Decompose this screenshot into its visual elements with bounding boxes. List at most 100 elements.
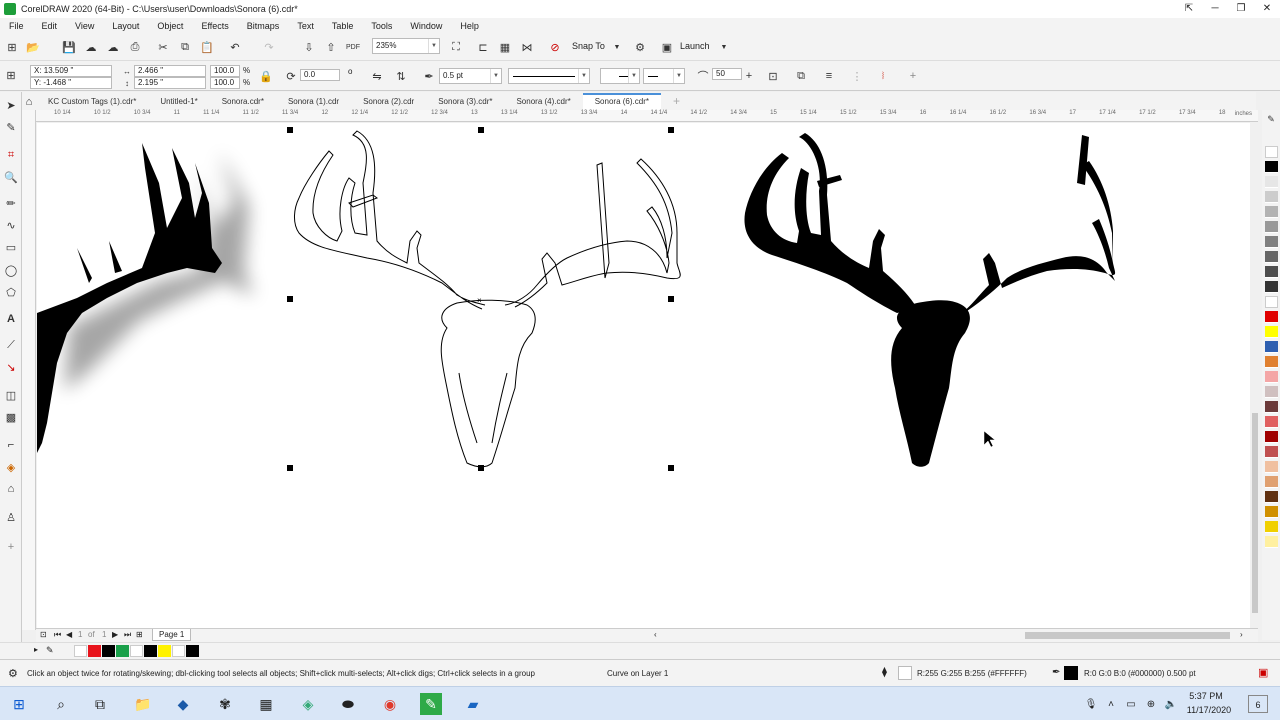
transparency-icon[interactable]: ▩ bbox=[4, 410, 18, 424]
dimension-tool-icon[interactable]: ⟋ bbox=[4, 338, 18, 352]
snap-off-icon[interactable]: ⊘ bbox=[548, 40, 562, 54]
add-page-icon[interactable]: ⊞ bbox=[136, 630, 143, 639]
drawing-canvas[interactable]: × bbox=[37, 123, 1256, 628]
document-palette-swatch[interactable] bbox=[74, 645, 87, 657]
tab-sonora-2[interactable]: Sonora (2).cdr bbox=[351, 93, 426, 110]
convert-icon[interactable]: ⋮ bbox=[850, 69, 864, 83]
cut-icon[interactable]: ✂ bbox=[156, 40, 170, 54]
outline-color-swatch[interactable] bbox=[1064, 666, 1078, 680]
page-options-icon[interactable]: ⊡ bbox=[40, 630, 47, 639]
undo-icon[interactable]: ↶ bbox=[228, 40, 242, 54]
shadowed-antler-graphic[interactable] bbox=[37, 143, 254, 453]
palette-swatch[interactable] bbox=[1265, 341, 1278, 353]
drop-shadow-icon[interactable]: ◫ bbox=[4, 388, 18, 402]
menu-bitmaps[interactable]: Bitmaps bbox=[238, 21, 289, 31]
palette-swatch[interactable] bbox=[1265, 416, 1278, 428]
document-palette-swatch[interactable] bbox=[172, 645, 185, 657]
palette-swatch[interactable] bbox=[1265, 521, 1278, 533]
menu-file[interactable]: File bbox=[0, 21, 33, 31]
close-button[interactable]: ✕ bbox=[1254, 0, 1280, 18]
interactive-fill-icon[interactable]: ◈ bbox=[4, 460, 18, 474]
outline-width-combo[interactable]: 0.5 pt ▼ bbox=[439, 68, 502, 84]
print-icon[interactable]: ⎙ bbox=[128, 40, 142, 54]
palette-swatch[interactable] bbox=[1265, 296, 1278, 308]
tab-sonora-6[interactable]: Sonora (6).cdr* bbox=[582, 93, 661, 110]
guidelines-icon[interactable]: ⋈ bbox=[520, 40, 534, 54]
vertical-scrollbar[interactable] bbox=[1250, 123, 1260, 628]
chrome-icon[interactable]: ◉ bbox=[379, 693, 401, 715]
menu-edit[interactable]: Edit bbox=[33, 21, 67, 31]
new-tab-icon[interactable]: + bbox=[661, 93, 692, 110]
pick-tool-icon[interactable]: ➤ bbox=[4, 98, 18, 112]
menu-effects[interactable]: Effects bbox=[192, 21, 237, 31]
start-arrow-combo[interactable]: ▼ bbox=[600, 68, 640, 84]
document-palette-swatch[interactable] bbox=[186, 645, 199, 657]
palette-swatch[interactable] bbox=[1265, 371, 1278, 383]
tab-untitled-1[interactable]: Untitled-1* bbox=[148, 93, 209, 110]
document-palette-swatch[interactable] bbox=[158, 645, 171, 657]
clock-time[interactable]: 5:37 PM bbox=[1183, 691, 1229, 701]
height-field[interactable]: 2.195 " bbox=[134, 77, 206, 89]
palette-swatch[interactable] bbox=[1265, 161, 1278, 173]
menu-view[interactable]: View bbox=[66, 21, 103, 31]
app-icon-1[interactable]: ◆ bbox=[172, 693, 194, 715]
notifications-badge[interactable]: 6 bbox=[1248, 695, 1268, 713]
palette-pick-icon[interactable]: ✎ bbox=[1264, 112, 1278, 126]
snap-to-dropdown[interactable]: Snap To bbox=[572, 41, 605, 51]
menu-help[interactable]: Help bbox=[451, 21, 488, 31]
app-icon-4[interactable]: ◈ bbox=[297, 693, 319, 715]
first-page-icon[interactable]: ⏮ bbox=[54, 630, 61, 640]
cloud-open-icon[interactable]: ☁ bbox=[84, 40, 98, 54]
scale-width-field[interactable]: 100.0 bbox=[210, 65, 240, 77]
selection-handles[interactable]: × bbox=[287, 127, 674, 471]
shape-tool-icon[interactable]: ✎ bbox=[4, 120, 18, 134]
menu-text[interactable]: Text bbox=[288, 21, 323, 31]
menu-object[interactable]: Object bbox=[148, 21, 192, 31]
app-icon-5[interactable]: ⬬ bbox=[337, 693, 359, 715]
palette-swatch[interactable] bbox=[1265, 176, 1278, 188]
palette-swatch[interactable] bbox=[1265, 191, 1278, 203]
menu-tools[interactable]: Tools bbox=[362, 21, 401, 31]
rotation-angle-field[interactable]: 0.0 bbox=[300, 69, 340, 81]
app-icon-6[interactable]: ▰ bbox=[462, 693, 484, 715]
copy-icon[interactable]: ⧉ bbox=[178, 40, 192, 54]
palette-swatch[interactable] bbox=[1265, 356, 1278, 368]
rectangle-tool-icon[interactable]: ▭ bbox=[4, 240, 18, 254]
fill-bucket-icon[interactable]: ⧫ bbox=[882, 667, 887, 678]
horizontal-scroll-thumb[interactable] bbox=[1025, 632, 1230, 639]
file-explorer-icon[interactable]: 📁 bbox=[132, 693, 154, 715]
palette-swatch[interactable] bbox=[1265, 266, 1278, 278]
next-page-icon[interactable]: ▶ bbox=[112, 630, 118, 639]
polygon-tool-icon[interactable]: ⬠ bbox=[4, 285, 18, 299]
eyedropper-icon[interactable]: ⌐ bbox=[4, 438, 18, 452]
mirror-vertical-icon[interactable]: ⇅ bbox=[394, 69, 408, 83]
options-gear-icon[interactable]: ⚙ bbox=[633, 40, 647, 54]
import-icon[interactable]: ⇩ bbox=[302, 40, 316, 54]
tab-sonora[interactable]: Sonora.cdr* bbox=[210, 93, 276, 110]
tab-sonora-1[interactable]: Sonora (1).cdr bbox=[276, 93, 351, 110]
full-screen-icon[interactable]: ⛶ bbox=[449, 40, 463, 54]
connector-tool-icon[interactable]: ↘ bbox=[4, 360, 18, 374]
palette-swatch[interactable] bbox=[1265, 431, 1278, 443]
vertical-scroll-thumb[interactable] bbox=[1252, 413, 1258, 613]
tab-sonora-3[interactable]: Sonora (3).cdr* bbox=[426, 93, 504, 110]
horizontal-scrollbar[interactable] bbox=[650, 630, 1240, 640]
document-palette-swatch[interactable] bbox=[88, 645, 101, 657]
home-icon[interactable]: ⌂ bbox=[22, 95, 36, 109]
windows-start-icon[interactable]: ⊞ bbox=[8, 693, 30, 715]
menu-layout[interactable]: Layout bbox=[103, 21, 148, 31]
launch-icon[interactable]: ▣ bbox=[660, 40, 674, 54]
last-page-icon[interactable]: ⏭ bbox=[124, 630, 131, 640]
document-palette-swatch[interactable] bbox=[144, 645, 157, 657]
clock-date[interactable]: 11/17/2020 bbox=[1183, 705, 1235, 715]
battery-icon[interactable]: ▭ bbox=[1120, 693, 1142, 715]
volume-icon[interactable]: 🔈 bbox=[1160, 693, 1182, 715]
outline-pen-status-icon[interactable]: ✒ bbox=[1052, 667, 1060, 678]
width-field[interactable]: 2.466 " bbox=[134, 65, 206, 77]
add-icon[interactable]: + bbox=[906, 69, 920, 83]
outline-tool-icon[interactable]: ♙ bbox=[4, 510, 18, 524]
scroll-right-icon[interactable]: › bbox=[1240, 630, 1243, 639]
y-position-field[interactable]: Y: -1.468 " bbox=[30, 77, 112, 89]
freehand-tool-icon[interactable]: ✏ bbox=[4, 196, 18, 210]
fill-color-swatch[interactable] bbox=[898, 666, 912, 680]
